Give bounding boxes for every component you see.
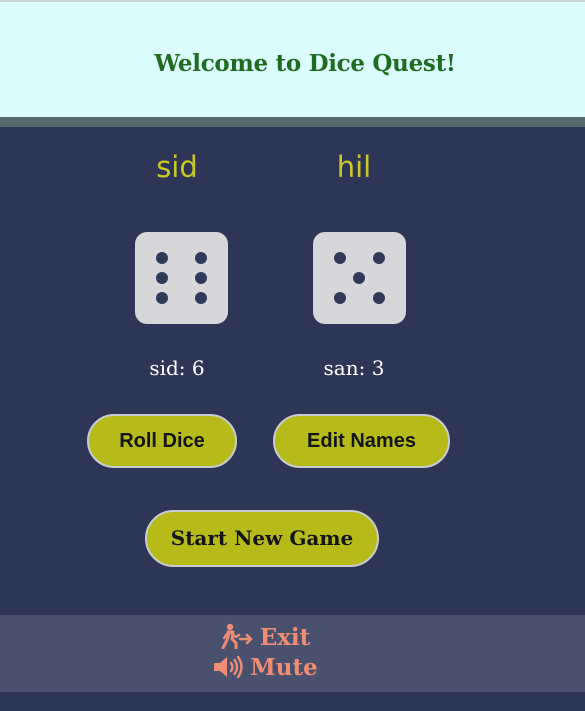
header-banner: Welcome to Dice Quest! bbox=[0, 0, 585, 117]
mute-label: Mute bbox=[250, 654, 318, 681]
player-1-name: sid bbox=[156, 150, 198, 184]
exit-button[interactable]: Exit bbox=[0, 623, 530, 651]
exit-label: Exit bbox=[259, 624, 311, 651]
mute-button[interactable]: Mute bbox=[0, 654, 530, 681]
player-2-die bbox=[313, 232, 406, 324]
die-face-six-icon bbox=[156, 252, 207, 304]
speaker-icon bbox=[214, 655, 243, 679]
player-1-score: sid: 6 bbox=[149, 356, 205, 380]
edit-names-button[interactable]: Edit Names bbox=[273, 414, 450, 468]
player-2-name: hil bbox=[336, 150, 372, 184]
start-new-game-button[interactable]: Start New Game bbox=[145, 510, 379, 567]
page-title: Welcome to Dice Quest! bbox=[154, 50, 456, 77]
die-face-five-icon bbox=[334, 252, 385, 304]
player-1-die bbox=[135, 232, 228, 324]
person-exit-icon bbox=[221, 623, 252, 650]
player-2-score: san: 3 bbox=[323, 356, 385, 380]
footer-bar: Exit Mute bbox=[0, 615, 585, 692]
header-divider bbox=[0, 117, 585, 127]
roll-dice-button[interactable]: Roll Dice bbox=[87, 414, 237, 468]
